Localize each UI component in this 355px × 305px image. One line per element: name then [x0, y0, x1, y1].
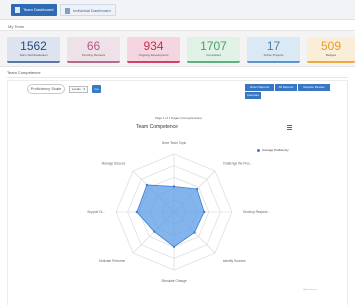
- radar-axis-label: Stimulate Change: [161, 279, 187, 283]
- radar-data-point: [172, 185, 176, 188]
- radar-axis-label: Identify Sources: [223, 259, 246, 263]
- radar-axis-label: Drive Team Topic: [162, 141, 187, 145]
- radar-data-point: [135, 210, 139, 214]
- radar-data-point: [153, 230, 156, 233]
- radar-data-point: [193, 231, 196, 234]
- radar-data-point: [202, 210, 206, 214]
- radar-series-area: [136, 184, 205, 248]
- radar-data-point: [172, 245, 176, 248]
- radar-chart: Drive Team Topic Challenge the Proc... Dev…: [87, 141, 270, 283]
- radar-axis-label: Support Di...: [87, 210, 105, 214]
- radar-axis-label: Develop Respect...: [243, 210, 270, 214]
- radar-axis-label: Challenge the Proc...: [223, 161, 253, 165]
- radar-data-point: [195, 187, 199, 191]
- radar-axis-label: Motivate Performe: [99, 259, 125, 263]
- radar-data-point: [145, 183, 149, 187]
- chart-credit: Highcharts.com: [303, 289, 317, 291]
- radar-axis-label: Manage Discuss: [102, 161, 126, 165]
